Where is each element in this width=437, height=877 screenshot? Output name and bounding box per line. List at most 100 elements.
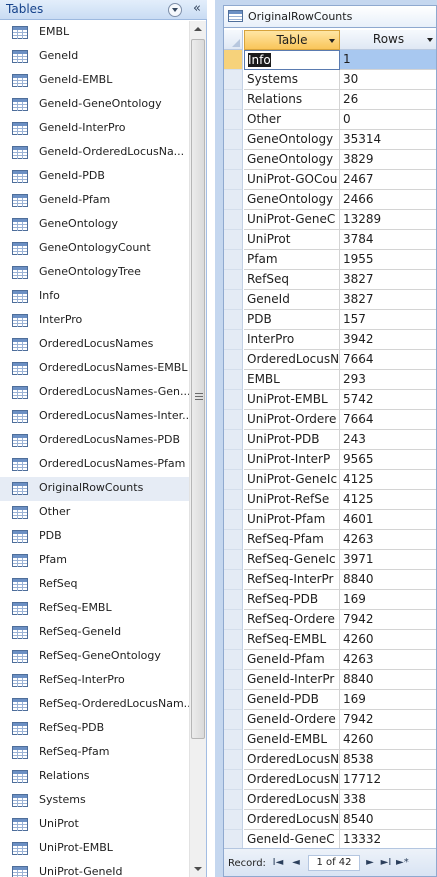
- table-row[interactable]: GeneId-Pfam 4263: [224, 650, 436, 670]
- table-row[interactable]: UniProt-Ordere 7664: [224, 410, 436, 430]
- nav-table-item[interactable]: GeneId-GeneOntology: [0, 93, 189, 117]
- cell-table-name[interactable]: OrderedLocusN: [244, 350, 340, 370]
- nav-table-item[interactable]: UniProt-GeneId: [0, 861, 189, 877]
- cell-table-name[interactable]: RefSeq-Pfam: [244, 530, 340, 550]
- nav-table-item[interactable]: OrderedLocusNames-Gen...: [0, 381, 189, 405]
- record-selector[interactable]: [224, 750, 243, 770]
- cell-row-count[interactable]: 157: [340, 310, 436, 330]
- sort-filter-dropdown-icon[interactable]: [329, 39, 335, 43]
- current-record-field[interactable]: 1 of 42: [308, 855, 360, 871]
- cell-row-count[interactable]: 243: [340, 430, 436, 450]
- nav-table-item[interactable]: RefSeq-Pfam: [0, 741, 189, 765]
- record-selector[interactable]: [224, 290, 243, 310]
- table-row[interactable]: GeneOntology 3829: [224, 150, 436, 170]
- cell-table-name[interactable]: Systems: [244, 70, 340, 90]
- table-row[interactable]: UniProt-GeneIc 4125: [224, 470, 436, 490]
- cell-table-name[interactable]: GeneId-PDB: [244, 690, 340, 710]
- table-row[interactable]: RefSeq-GeneIc 3971: [224, 550, 436, 570]
- cell-row-count[interactable]: 1955: [340, 250, 436, 270]
- cell-row-count[interactable]: 9565: [340, 450, 436, 470]
- cell-table-name[interactable]: UniProt-GOCou: [244, 170, 340, 190]
- last-record-icon[interactable]: ►I: [380, 857, 392, 869]
- record-selector[interactable]: [224, 210, 243, 230]
- table-row[interactable]: Relations 26: [224, 90, 436, 110]
- cell-row-count[interactable]: 4263: [340, 650, 436, 670]
- nav-table-item[interactable]: RefSeq-InterPro: [0, 669, 189, 693]
- cell-table-name[interactable]: GeneId: [244, 290, 340, 310]
- cell-row-count[interactable]: 4601: [340, 510, 436, 530]
- cell-table-name[interactable]: RefSeq-GeneIc: [244, 550, 340, 570]
- cell-row-count[interactable]: 30: [340, 70, 436, 90]
- cell-row-count[interactable]: 3829: [340, 150, 436, 170]
- nav-table-item[interactable]: OrderedLocusNames-EMBL: [0, 357, 189, 381]
- nav-table-item[interactable]: GeneId-OrderedLocusNa...: [0, 141, 189, 165]
- record-selector[interactable]: [224, 610, 243, 630]
- record-selector[interactable]: [224, 450, 243, 470]
- record-selector[interactable]: [224, 530, 243, 550]
- table-row[interactable]: OrderedLocusN 17712: [224, 770, 436, 790]
- previous-record-icon[interactable]: ◄: [290, 857, 302, 869]
- cell-table-name[interactable]: PDB: [244, 310, 340, 330]
- cell-table-name[interactable]: UniProt-Ordere: [244, 410, 340, 430]
- cell-row-count[interactable]: 13289: [340, 210, 436, 230]
- cell-row-count[interactable]: 5742: [340, 390, 436, 410]
- cell-row-count[interactable]: 7942: [340, 610, 436, 630]
- nav-table-item[interactable]: OriginalRowCounts: [0, 477, 189, 501]
- cell-row-count[interactable]: 26: [340, 90, 436, 110]
- cell-table-name[interactable]: UniProt-GeneC: [244, 210, 340, 230]
- record-selector[interactable]: [224, 50, 243, 70]
- table-row[interactable]: EMBL 293: [224, 370, 436, 390]
- record-selector[interactable]: [224, 390, 243, 410]
- table-row[interactable]: GeneId-GeneC 13332: [224, 830, 436, 848]
- cell-table-name[interactable]: GeneId-Pfam: [244, 650, 340, 670]
- record-selector[interactable]: [224, 470, 243, 490]
- cell-row-count[interactable]: 4260: [340, 630, 436, 650]
- cell-row-count[interactable]: 338: [340, 790, 436, 810]
- cell-table-name[interactable]: InterPro: [244, 330, 340, 350]
- cell-table-name[interactable]: RefSeq-EMBL: [244, 630, 340, 650]
- table-row[interactable]: UniProt-GeneC 13289: [224, 210, 436, 230]
- table-row[interactable]: RefSeq-Pfam 4263: [224, 530, 436, 550]
- cell-table-name[interactable]: OrderedLocusN: [244, 750, 340, 770]
- record-selector[interactable]: [224, 370, 243, 390]
- table-row[interactable]: GeneOntology 2466: [224, 190, 436, 210]
- new-record-icon[interactable]: ►*: [396, 857, 409, 869]
- nav-table-item[interactable]: GeneId-Pfam: [0, 189, 189, 213]
- cell-row-count[interactable]: 7664: [340, 350, 436, 370]
- cell-row-count[interactable]: 3827: [340, 290, 436, 310]
- cell-row-count[interactable]: 4263: [340, 530, 436, 550]
- record-selector[interactable]: [224, 650, 243, 670]
- table-row[interactable]: GeneId 3827: [224, 290, 436, 310]
- record-selector[interactable]: [224, 150, 243, 170]
- record-selector[interactable]: [224, 90, 243, 110]
- document-tab[interactable]: OriginalRowCounts: [223, 5, 437, 27]
- cell-table-name[interactable]: GeneOntology: [244, 150, 340, 170]
- nav-table-item[interactable]: GeneId: [0, 45, 189, 69]
- nav-table-item[interactable]: OrderedLocusNames-Pfam: [0, 453, 189, 477]
- cell-table-name[interactable]: UniProt-GeneIc: [244, 470, 340, 490]
- scroll-thumb[interactable]: [191, 39, 205, 739]
- table-row[interactable]: GeneId-EMBL 4260: [224, 730, 436, 750]
- cell-row-count[interactable]: 8840: [340, 570, 436, 590]
- record-selector[interactable]: [224, 110, 243, 130]
- record-selector[interactable]: [224, 550, 243, 570]
- table-row[interactable]: Other 0: [224, 110, 436, 130]
- cell-table-name[interactable]: Relations: [244, 90, 340, 110]
- table-row[interactable]: RefSeq-EMBL 4260: [224, 630, 436, 650]
- nav-table-item[interactable]: EMBL: [0, 21, 189, 45]
- record-selector[interactable]: [224, 690, 243, 710]
- nav-table-item[interactable]: RefSeq-GeneId: [0, 621, 189, 645]
- cell-table-name[interactable]: Other: [244, 110, 340, 130]
- select-all-corner[interactable]: [224, 30, 243, 50]
- record-selector[interactable]: [224, 410, 243, 430]
- cell-table-name[interactable]: Info: [244, 50, 340, 70]
- cell-table-name[interactable]: RefSeq-Ordere: [244, 610, 340, 630]
- nav-table-item[interactable]: UniProt: [0, 813, 189, 837]
- cell-row-count[interactable]: 13332: [340, 830, 436, 848]
- cell-table-name[interactable]: GeneId-EMBL: [244, 730, 340, 750]
- cell-row-count[interactable]: 169: [340, 590, 436, 610]
- cell-row-count[interactable]: 3784: [340, 230, 436, 250]
- table-row[interactable]: RefSeq-InterPr 8840: [224, 570, 436, 590]
- cell-row-count[interactable]: 8538: [340, 750, 436, 770]
- table-row[interactable]: OrderedLocusN 7664: [224, 350, 436, 370]
